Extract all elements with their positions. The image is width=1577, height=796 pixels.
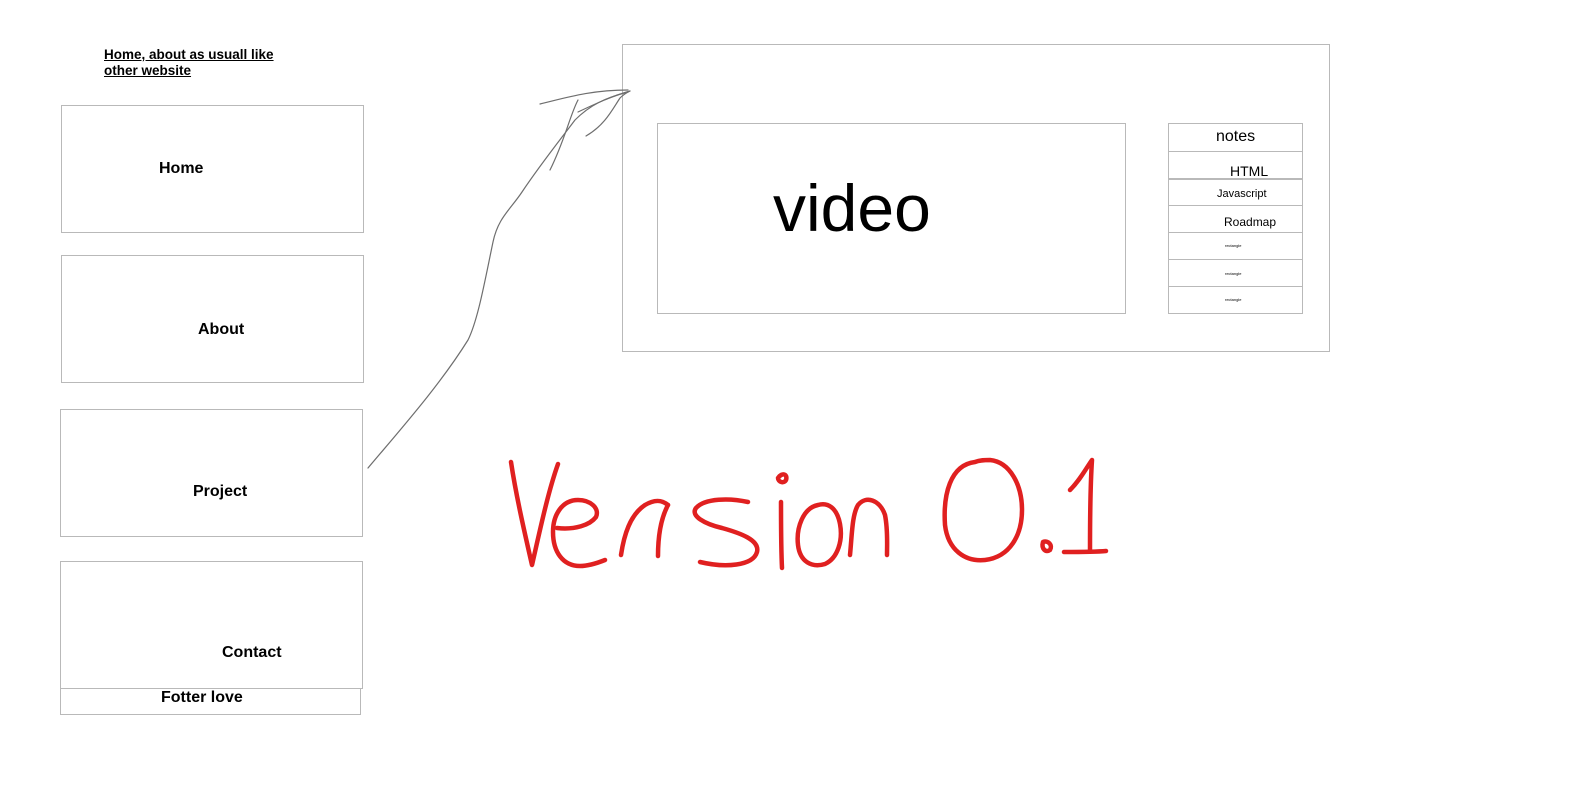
notes-item-rectangle[interactable]: rectangle (1168, 286, 1303, 314)
notes-item-label: rectangle (1225, 271, 1242, 276)
hand-drawn-arrow (367, 89, 631, 469)
nav-label-about: About (198, 321, 245, 338)
footer-box: Fotter love (60, 688, 361, 715)
nav-box-about[interactable]: About (61, 255, 364, 383)
nav-box-contact[interactable]: Contact (60, 561, 363, 689)
notes-item-label: rectangle (1225, 297, 1242, 302)
notes-item-html[interactable]: HTML (1168, 151, 1303, 180)
nav-box-home[interactable]: Home (61, 105, 364, 233)
video-box[interactable]: video (657, 123, 1126, 314)
notes-item-label: Javascript (1217, 188, 1267, 200)
nav-box-project[interactable]: Project (60, 409, 363, 537)
notes-item-label: rectangle (1225, 243, 1242, 248)
notes-item-rectangle[interactable]: rectangle (1168, 232, 1303, 260)
nav-label-home: Home (159, 160, 204, 177)
notes-item-roadmap[interactable]: Roadmap (1168, 205, 1303, 233)
nav-label-contact: Contact (222, 644, 282, 661)
notes-header-label: notes (1216, 128, 1256, 145)
notes-header: notes (1168, 123, 1303, 152)
video-label: video (773, 171, 931, 245)
version-annotation (508, 457, 1109, 571)
footer-label: Fotter love (161, 689, 243, 706)
notes-item-rectangle[interactable]: rectangle (1168, 259, 1303, 287)
notes-item-label: HTML (1230, 163, 1269, 179)
top-note: Home, about as usuall like other website (104, 47, 274, 78)
notes-item-javascript[interactable]: Javascript (1168, 178, 1303, 206)
nav-label-project: Project (193, 483, 248, 500)
notes-item-label: Roadmap (1224, 215, 1277, 229)
